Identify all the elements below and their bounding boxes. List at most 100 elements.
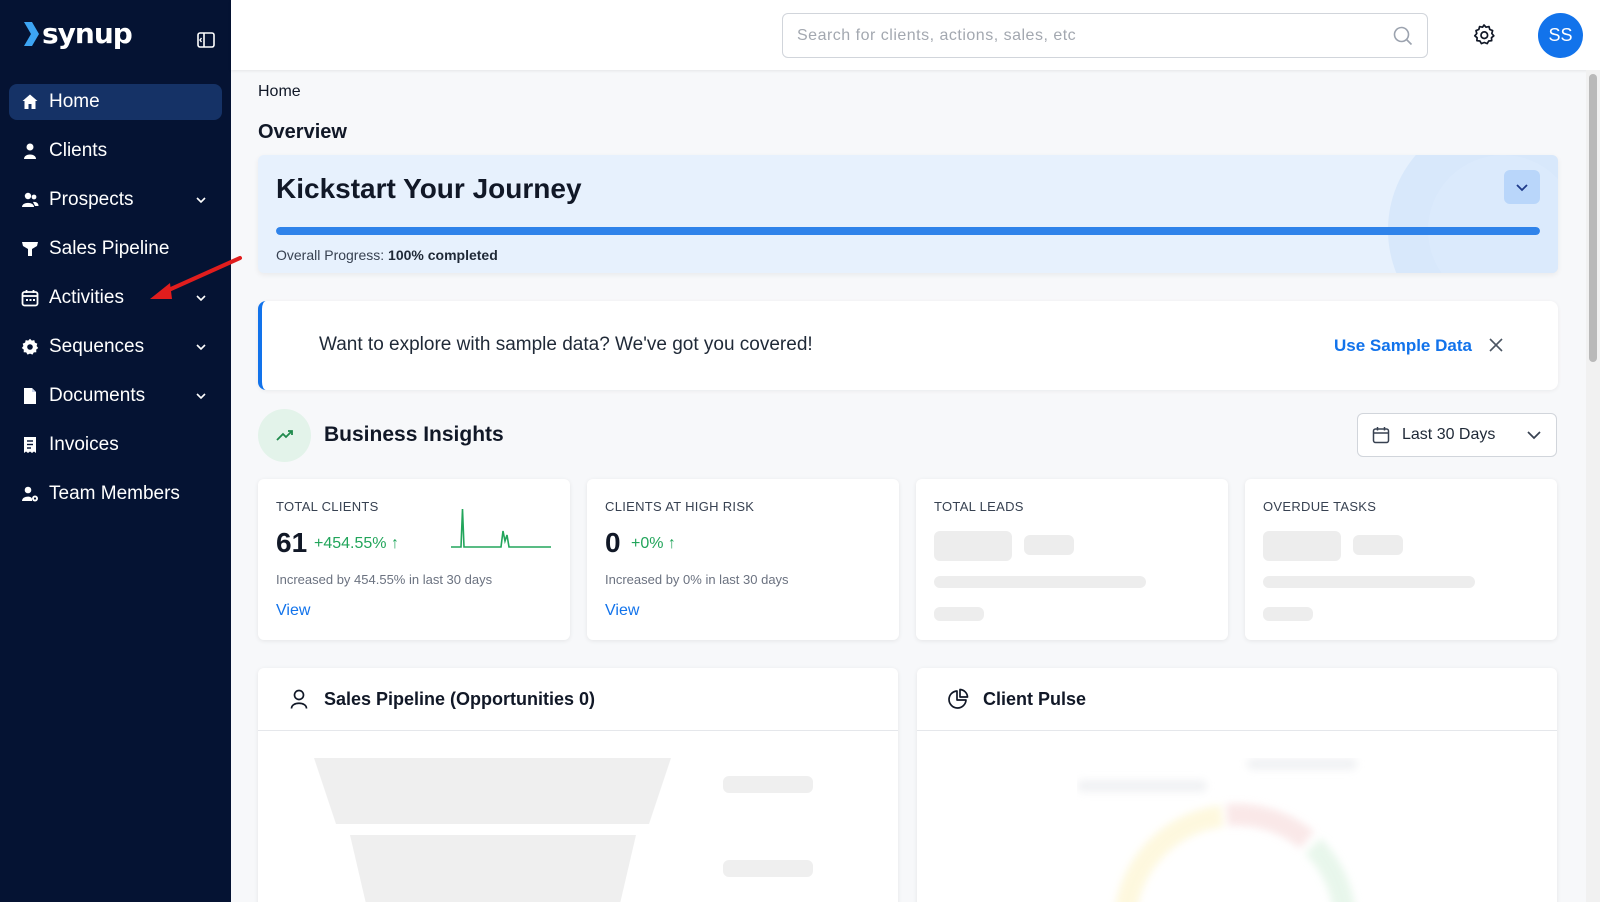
sidebar-item-sequences[interactable]: Sequences	[9, 329, 222, 365]
search-input[interactable]	[783, 14, 1427, 57]
calendar-icon	[1372, 427, 1390, 444]
sidebar-item-label: Sequences	[49, 336, 145, 357]
journey-progress-bar	[276, 227, 1540, 235]
team-icon	[21, 485, 39, 503]
sidebar-item-label: Home	[49, 91, 100, 112]
user-avatar[interactable]: SS	[1538, 13, 1583, 58]
trending-up-icon	[258, 409, 311, 462]
funnel-skeleton	[314, 758, 671, 902]
calendar-icon	[21, 289, 39, 307]
stat-card-overdue-tasks: OVERDUE TASKS	[1245, 479, 1557, 640]
card-title: CLIENTS AT HIGH RISK	[605, 499, 755, 514]
loading-skeleton	[1263, 576, 1475, 588]
close-icon[interactable]	[1488, 337, 1504, 353]
chevron-down-icon[interactable]	[194, 340, 208, 354]
client-pulse-panel: Client Pulse	[917, 668, 1557, 902]
sidebar-item-label: Documents	[49, 385, 146, 406]
use-sample-data-button[interactable]: Use Sample Data	[1334, 336, 1472, 356]
card-value: 0	[605, 527, 621, 558]
settings-gear-icon[interactable]	[1472, 23, 1496, 47]
sidebar-item-prospects[interactable]: Prospects	[9, 182, 222, 218]
stat-card-total-clients: TOTAL CLIENTS 61 +454.55% ↑ Increased by…	[258, 479, 570, 640]
sidebar-item-label: Activities	[49, 287, 124, 308]
sidebar-item-team-members[interactable]: Team Members	[9, 476, 222, 512]
panel-header: Sales Pipeline (Opportunities 0)	[258, 668, 898, 731]
card-delta: +454.55% ↑	[314, 535, 399, 552]
loading-skeleton	[723, 776, 813, 793]
sidebar-item-invoices[interactable]: Invoices	[9, 427, 222, 463]
stat-card-clients-at-high-risk: CLIENTS AT HIGH RISK 0 +0% ↑ Increased b…	[587, 479, 899, 640]
top-bar: SS	[231, 0, 1600, 70]
view-clients-link[interactable]: View	[276, 602, 310, 620]
view-high-risk-link[interactable]: View	[605, 602, 639, 620]
journey-title: Kickstart Your Journey	[276, 173, 582, 204]
sidebar-item-label: Team Members	[49, 483, 180, 504]
document-icon	[21, 387, 39, 405]
sidebar-item-sales-pipeline[interactable]: Sales Pipeline	[9, 231, 222, 267]
home-icon	[21, 93, 39, 111]
journey-progress-fill	[276, 227, 1540, 235]
client-pulse-title: Client Pulse	[983, 688, 1087, 709]
loading-skeleton	[934, 576, 1146, 588]
card-value: 61	[276, 527, 308, 558]
users-icon	[21, 191, 39, 209]
sidebar-item-label: Clients	[49, 140, 108, 161]
pie-chart-icon	[948, 688, 969, 709]
card-description: Increased by 454.55% in last 30 days	[276, 572, 493, 587]
sidebar-item-clients[interactable]: Clients	[9, 133, 222, 169]
user-outline-icon	[290, 689, 308, 709]
loading-skeleton	[934, 531, 1012, 561]
synup-logo[interactable]: synup	[22, 17, 133, 50]
loading-skeleton	[1353, 535, 1403, 555]
sidebar: synup Home Clients Prospects Sales Pipel…	[0, 0, 231, 902]
sidebar-item-documents[interactable]: Documents	[9, 378, 222, 414]
page-title: Overview	[258, 121, 347, 143]
chevron-down-icon[interactable]	[194, 389, 208, 403]
sales-pipeline-panel: Sales Pipeline (Opportunities 0)	[258, 668, 898, 902]
logo-text: synup	[42, 17, 133, 50]
sidebar-nav: Home Clients Prospects Sales Pipeline Ac…	[9, 84, 222, 525]
chevron-down-icon[interactable]	[194, 193, 208, 207]
loading-skeleton	[1263, 531, 1341, 561]
sidebar-item-activities[interactable]: Activities	[9, 280, 222, 316]
journey-panel: Kickstart Your Journey Overall Progress:…	[258, 155, 1558, 273]
cog-icon	[21, 338, 39, 356]
search-icon[interactable]	[1393, 26, 1413, 46]
card-title: TOTAL LEADS	[934, 499, 1024, 514]
sample-data-text: Want to explore with sample data? We've …	[319, 334, 813, 355]
journey-expand-button[interactable]	[1504, 170, 1540, 204]
sidebar-item-label: Invoices	[49, 434, 119, 455]
sales-pipeline-title: Sales Pipeline (Opportunities 0)	[324, 688, 596, 709]
loading-skeleton	[723, 860, 813, 877]
chevron-down-icon	[1527, 431, 1541, 440]
chevron-down-icon[interactable]	[194, 291, 208, 305]
loading-skeleton	[1024, 535, 1074, 555]
funnel-icon	[21, 240, 39, 258]
logo-mark-icon	[24, 22, 39, 46]
search-box	[782, 13, 1428, 58]
card-title: TOTAL CLIENTS	[276, 499, 379, 514]
stat-card-total-leads: TOTAL LEADS	[916, 479, 1228, 640]
card-description: Increased by 0% in last 30 days	[605, 572, 789, 587]
journey-progress-text: Overall Progress: 100% completed	[276, 247, 498, 263]
sample-data-banner: Want to explore with sample data? We've …	[258, 301, 1558, 390]
pulse-gauge-skeleton	[1077, 758, 1357, 902]
card-title: OVERDUE TASKS	[1263, 499, 1377, 514]
card-delta: +0% ↑	[631, 535, 676, 552]
user-icon	[21, 142, 39, 160]
date-range-select[interactable]: Last 30 Days	[1357, 413, 1557, 457]
sidebar-item-label: Sales Pipeline	[49, 238, 170, 259]
date-range-value: Last 30 Days	[1402, 426, 1496, 443]
clients-sparkline	[451, 508, 551, 548]
progress-label: Overall Progress:	[276, 247, 385, 263]
breadcrumb[interactable]: Home	[258, 83, 301, 101]
business-insights-title: Business Insights	[324, 423, 504, 446]
loading-skeleton	[934, 607, 984, 621]
sidebar-item-label: Prospects	[49, 189, 134, 210]
loading-skeleton	[1263, 607, 1313, 621]
scrollbar-thumb[interactable]	[1589, 74, 1597, 362]
invoice-icon	[21, 436, 39, 454]
progress-value: 100% completed	[388, 247, 498, 263]
sidebar-collapse-icon[interactable]	[196, 30, 216, 50]
sidebar-item-home[interactable]: Home	[9, 84, 222, 120]
